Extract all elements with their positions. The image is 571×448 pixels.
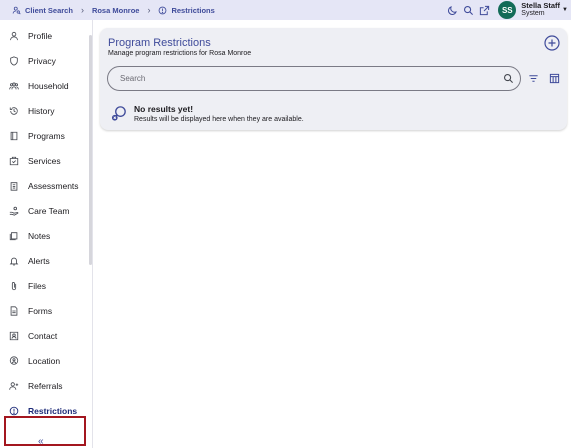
sidebar-item-programs[interactable]: Programs bbox=[0, 126, 93, 146]
sidebar-item-referrals[interactable]: Referrals bbox=[0, 376, 93, 396]
sidebar-item-household[interactable]: Household bbox=[0, 76, 93, 96]
search-input[interactable] bbox=[120, 74, 490, 83]
chevron-right-icon: › bbox=[147, 4, 151, 15]
add-restriction-button[interactable] bbox=[544, 35, 560, 51]
sidebar-item-label: Profile bbox=[28, 31, 53, 41]
breadcrumb-client-search[interactable]: Client Search bbox=[12, 6, 73, 15]
sidebar-item-profile[interactable]: Profile bbox=[0, 26, 93, 46]
page-title: Program Restrictions bbox=[108, 37, 211, 49]
breadcrumb-client-name[interactable]: Rosa Monroe bbox=[92, 6, 140, 15]
book-icon bbox=[10, 131, 18, 141]
notes-icon bbox=[9, 232, 18, 241]
people-search-icon bbox=[12, 6, 21, 14]
sidebar-item-privacy[interactable]: Privacy bbox=[0, 51, 93, 71]
caret-down-icon[interactable]: ▼ bbox=[562, 7, 568, 13]
sidebar-item-files[interactable]: Files bbox=[0, 276, 93, 296]
header-actions: SS Stella Staff System ▼ bbox=[446, 0, 571, 20]
sidebar-item-label: Forms bbox=[28, 306, 53, 316]
info-circle-icon bbox=[9, 406, 19, 416]
paperclip-icon bbox=[11, 282, 17, 291]
sidebar-item-label: Notes bbox=[28, 231, 51, 241]
sidebar-item-label: Services bbox=[28, 156, 61, 166]
user-menu[interactable]: Stella Staff System bbox=[521, 1, 561, 18]
user-role: System bbox=[521, 10, 545, 18]
sidebar-item-label: Referrals bbox=[28, 381, 63, 391]
sidebar-item-alerts[interactable]: Alerts bbox=[0, 251, 93, 271]
shield-icon bbox=[10, 56, 18, 66]
location-icon bbox=[9, 356, 19, 365]
external-link-icon bbox=[479, 5, 489, 15]
sidebar-item-care-team[interactable]: Care Team bbox=[0, 201, 93, 221]
sidebar-item-contact[interactable]: Contact bbox=[0, 326, 93, 346]
no-results-icon bbox=[111, 106, 126, 121]
sidebar-item-assessments[interactable]: Assessments bbox=[0, 176, 93, 196]
person-add-icon bbox=[9, 382, 19, 390]
bell-icon bbox=[9, 257, 19, 266]
sidebar-item-label: Household bbox=[28, 81, 69, 91]
contact-icon bbox=[9, 331, 19, 341]
global-search-button[interactable] bbox=[462, 4, 474, 16]
sidebar-item-restrictions[interactable]: Restrictions bbox=[0, 401, 93, 421]
page-subtitle: Manage program restrictions for Rosa Mon… bbox=[108, 50, 252, 57]
sidebar-item-label: Alerts bbox=[28, 256, 50, 266]
services-icon bbox=[9, 156, 19, 166]
sidebar-item-label: Care Team bbox=[28, 206, 70, 216]
person-icon bbox=[10, 31, 18, 41]
avatar[interactable]: SS bbox=[498, 1, 517, 19]
chevron-right-icon: › bbox=[80, 4, 84, 15]
sidebar-item-history[interactable]: History bbox=[0, 101, 93, 121]
sidebar-scrollbar[interactable] bbox=[89, 35, 92, 265]
search-icon[interactable] bbox=[503, 73, 514, 84]
group-icon bbox=[9, 82, 19, 90]
open-external-button[interactable] bbox=[478, 4, 490, 16]
breadcrumb-label: Restrictions bbox=[171, 5, 215, 15]
top-bar: Client Search › Rosa Monroe › Restrictio… bbox=[0, 0, 571, 20]
sidebar-item-label: Assessments bbox=[28, 181, 79, 191]
sidebar-item-label: Restrictions bbox=[28, 406, 78, 416]
breadcrumb-label: Client Search bbox=[25, 5, 73, 15]
search-field bbox=[107, 66, 521, 91]
filter-icon[interactable] bbox=[528, 73, 539, 84]
history-icon bbox=[9, 107, 18, 115]
sidebar-item-location[interactable]: Location bbox=[0, 351, 93, 371]
sidebar-item-label: Privacy bbox=[28, 56, 56, 66]
sidebar-item-label: History bbox=[28, 106, 55, 116]
sidebar: Profile Privacy Household History Progra… bbox=[0, 20, 93, 448]
collapse-sidebar-button[interactable]: « bbox=[38, 436, 44, 447]
sidebar-item-label: Location bbox=[28, 356, 61, 366]
clipboard-icon bbox=[10, 182, 18, 191]
breadcrumb-restrictions: Restrictions bbox=[158, 5, 215, 15]
restrictions-card: Program Restrictions Manage program rest… bbox=[100, 28, 567, 130]
user-name: Stella Staff bbox=[521, 1, 561, 11]
theme-toggle-button[interactable] bbox=[446, 4, 458, 16]
sidebar-item-label: Programs bbox=[28, 131, 65, 141]
sidebar-item-label: Files bbox=[28, 281, 46, 291]
info-circle-icon bbox=[159, 6, 167, 14]
sidebar-item-notes[interactable]: Notes bbox=[0, 226, 93, 246]
sidebar-item-label: Contact bbox=[28, 331, 58, 341]
sidebar-item-services[interactable]: Services bbox=[0, 151, 93, 171]
document-icon bbox=[10, 306, 18, 316]
columns-icon[interactable] bbox=[549, 73, 560, 84]
empty-state-title: No results yet! bbox=[134, 104, 194, 114]
moon-icon bbox=[447, 5, 457, 15]
empty-state-message: Results will be displayed here when they… bbox=[134, 116, 304, 123]
care-team-icon bbox=[9, 206, 19, 216]
search-icon bbox=[463, 5, 473, 15]
breadcrumb-label: Rosa Monroe bbox=[91, 5, 140, 15]
breadcrumb: Client Search › Rosa Monroe › Restrictio… bbox=[12, 4, 215, 15]
sidebar-item-forms[interactable]: Forms bbox=[0, 301, 93, 321]
